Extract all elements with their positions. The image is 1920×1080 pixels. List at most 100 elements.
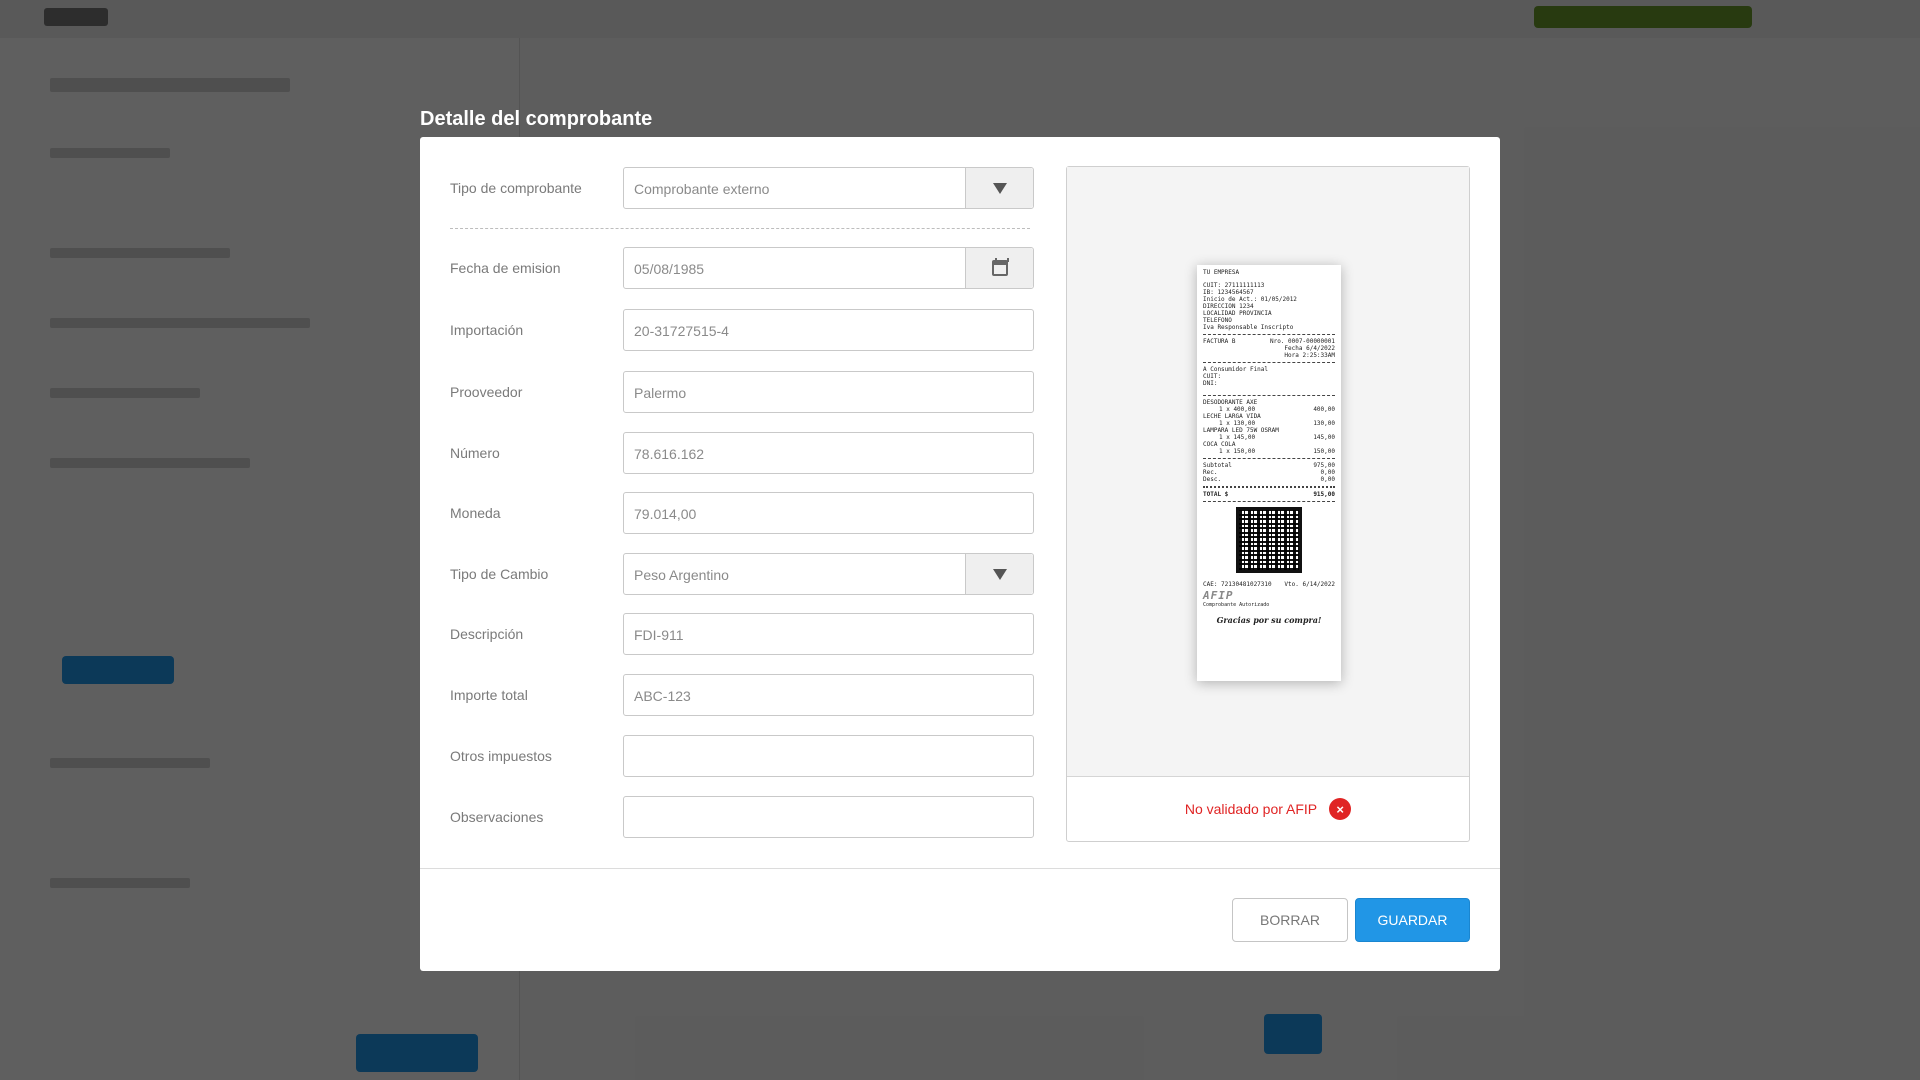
receipt-item-qty: 1 x 145,00 <box>1219 434 1256 441</box>
receipt-cae: CAE: 72130481027310 <box>1203 581 1272 588</box>
row-proveedor: Prooveedor Palermo <box>450 371 1034 413</box>
receipt-preview-panel: TU EMPRESA CUIT: 27111111113 IB: 1234564… <box>1066 166 1470 842</box>
receipt-item-qty: 1 x 130,00 <box>1219 420 1256 427</box>
receipt-factura: FACTURA B <box>1203 338 1236 345</box>
receipt-thanks: Gracias por su compra! <box>1216 615 1322 625</box>
receipt-iva: Iva Responsable Inscripto <box>1203 324 1294 331</box>
receipt-total: 915,00 <box>1313 491 1335 498</box>
row-observaciones: Observaciones <box>450 796 1034 838</box>
label-fecha-emision: Fecha de emision <box>450 260 561 276</box>
receipt-ib: IB: 1234564567 <box>1203 289 1254 296</box>
receipt-direccion: DIRECCION 1234 <box>1203 303 1254 310</box>
row-otros-impuestos: Otros impuestos <box>450 735 1034 777</box>
descripcion-value: FDI-911 <box>634 627 684 643</box>
importacion-input[interactable]: 20-31727515-4 <box>623 309 1034 351</box>
receipt-subtotal-label: Subtotal <box>1203 462 1232 469</box>
moneda-input[interactable]: 79.014,00 <box>623 492 1034 534</box>
receipt-item-qty: 1 x 400,00 <box>1219 406 1256 413</box>
error-x-icon: × <box>1329 798 1352 820</box>
receipt-total-label: TOTAL $ <box>1203 491 1229 498</box>
tipo-comprobante-select[interactable]: Comprobante externo <box>623 167 1034 209</box>
otros-impuestos-input[interactable] <box>623 735 1034 777</box>
receipt-separator <box>1203 486 1335 488</box>
afip-validation-status: No validado por AFIP × <box>1067 777 1469 841</box>
receipt-hora: Hora 2:25:33AM <box>1284 352 1335 359</box>
row-moneda: Moneda 79.014,00 <box>450 492 1034 534</box>
moneda-value: 79.014,00 <box>634 506 697 522</box>
footer-divider <box>420 868 1500 869</box>
save-button[interactable]: GUARDAR <box>1355 898 1470 942</box>
receipt-nro: Nro. 0007-00000001 <box>1269 338 1335 345</box>
receipt-item-amount: 150,00 <box>1313 448 1335 455</box>
receipt-localidad: LOCALIDAD PROVINCIA <box>1203 310 1272 317</box>
receipt-detail-modal: Tipo de comprobante Comprobante externo … <box>420 137 1500 971</box>
label-otros-impuestos: Otros impuestos <box>450 748 552 764</box>
tipo-cambio-select[interactable]: Peso Argentino <box>623 553 1034 595</box>
tipo-cambio-dropdown-button[interactable] <box>965 554 1033 594</box>
calendar-icon <box>991 258 1009 276</box>
validation-status-text: No validado por AFIP <box>1184 801 1318 817</box>
receipt-vto: Vto. 6/14/2022 <box>1284 581 1335 588</box>
proveedor-value: Palermo <box>634 385 687 401</box>
receipt-autorizado: Comprobante Autorizado <box>1203 602 1270 608</box>
receipt-item-row: 1 x 150,00 150,00 <box>1203 448 1335 455</box>
receipt-item-name: DESODORANTE AXE <box>1203 399 1258 406</box>
receipt-desc-row: Desc. 0,00 <box>1203 476 1335 483</box>
form-divider <box>450 228 1030 229</box>
label-descripcion: Descripción <box>450 626 524 642</box>
receipt-preview-area: TU EMPRESA CUIT: 27111111113 IB: 1234564… <box>1067 167 1469 777</box>
date-picker-button[interactable] <box>965 248 1033 288</box>
receipt-item-row: 1 x 400,00 400,00 <box>1203 406 1335 413</box>
receipt-separator <box>1203 458 1335 459</box>
receipt-cuit-cliente: CUIT: <box>1203 373 1222 380</box>
importe-total-value: ABC-123 <box>634 688 691 704</box>
numero-value: 78.616.162 <box>634 446 705 462</box>
row-importe-total: Importe total ABC-123 <box>450 674 1034 716</box>
label-numero: Número <box>450 445 500 461</box>
tipo-comprobante-dropdown-button[interactable] <box>965 168 1033 208</box>
importe-total-input[interactable]: ABC-123 <box>623 674 1034 716</box>
receipt-item-amount: 145,00 <box>1313 434 1335 441</box>
proveedor-input[interactable]: Palermo <box>623 371 1034 413</box>
row-numero: Número 78.616.162 <box>450 432 1034 474</box>
row-descripcion: Descripción FDI-911 <box>450 613 1034 655</box>
label-tipo-cambio: Tipo de Cambio <box>450 566 549 582</box>
numero-input[interactable]: 78.616.162 <box>623 432 1034 474</box>
caret-down-icon <box>992 182 1007 194</box>
receipt-factura-row: FACTURA B Nro. 0007-00000001 <box>1203 338 1335 345</box>
fecha-emision-input[interactable]: 05/08/1985 <box>623 247 1034 289</box>
tipo-cambio-value: Peso Argentino <box>634 567 729 583</box>
label-proveedor: Prooveedor <box>450 384 523 400</box>
label-importe-total: Importe total <box>450 687 528 703</box>
receipt-telefono: TELEFONO <box>1203 317 1232 324</box>
observaciones-input[interactable] <box>623 796 1034 838</box>
row-tipo-comprobante: Tipo de comprobante Comprobante externo <box>450 167 1034 209</box>
row-fecha-emision: Fecha de emision 05/08/1985 <box>450 247 1034 289</box>
receipt-item-name: LECHE LARGA VIDA <box>1203 413 1261 420</box>
receipt-item-name: COCA COLA <box>1203 441 1236 448</box>
receipt-cae-row: CAE: 72130481027310 Vto. 6/14/2022 <box>1203 581 1335 588</box>
label-moneda: Moneda <box>450 505 501 521</box>
modal-title: Detalle del comprobante <box>420 108 653 130</box>
receipt-separator <box>1203 334 1335 335</box>
receipt-cuit: CUIT: 27111111113 <box>1203 282 1265 289</box>
receipt-separator <box>1203 362 1335 363</box>
receipt-dni: DNI: <box>1203 380 1218 387</box>
receipt-rec: 0,00 <box>1320 469 1335 476</box>
afip-logo: AFIP <box>1203 589 1234 602</box>
receipt-subtotal-row: Subtotal 975,00 <box>1203 462 1335 469</box>
receipt-image[interactable]: TU EMPRESA CUIT: 27111111113 IB: 1234564… <box>1197 265 1341 681</box>
descripcion-input[interactable]: FDI-911 <box>623 613 1034 655</box>
receipt-rec-row: Rec. 0,00 <box>1203 469 1335 476</box>
row-importacion: Importación 20-31727515-4 <box>450 309 1034 351</box>
receipt-fecha: Fecha 6/4/2022 <box>1284 345 1335 352</box>
label-tipo-comprobante: Tipo de comprobante <box>450 180 582 196</box>
receipt-item-row: 1 x 145,00 145,00 <box>1203 434 1335 441</box>
receipt-consumidor: A Consumidor Final <box>1203 366 1269 373</box>
clear-button[interactable]: BORRAR <box>1232 898 1348 942</box>
receipt-desc-label: Desc. <box>1203 476 1222 483</box>
label-importacion: Importación <box>450 322 524 338</box>
fecha-emision-value: 05/08/1985 <box>634 261 705 277</box>
receipt-item-name: LAMPARA LED 75W OSRAM <box>1203 427 1279 434</box>
receipt-inicio: Inicio de Act.: 01/05/2012 <box>1203 296 1297 303</box>
